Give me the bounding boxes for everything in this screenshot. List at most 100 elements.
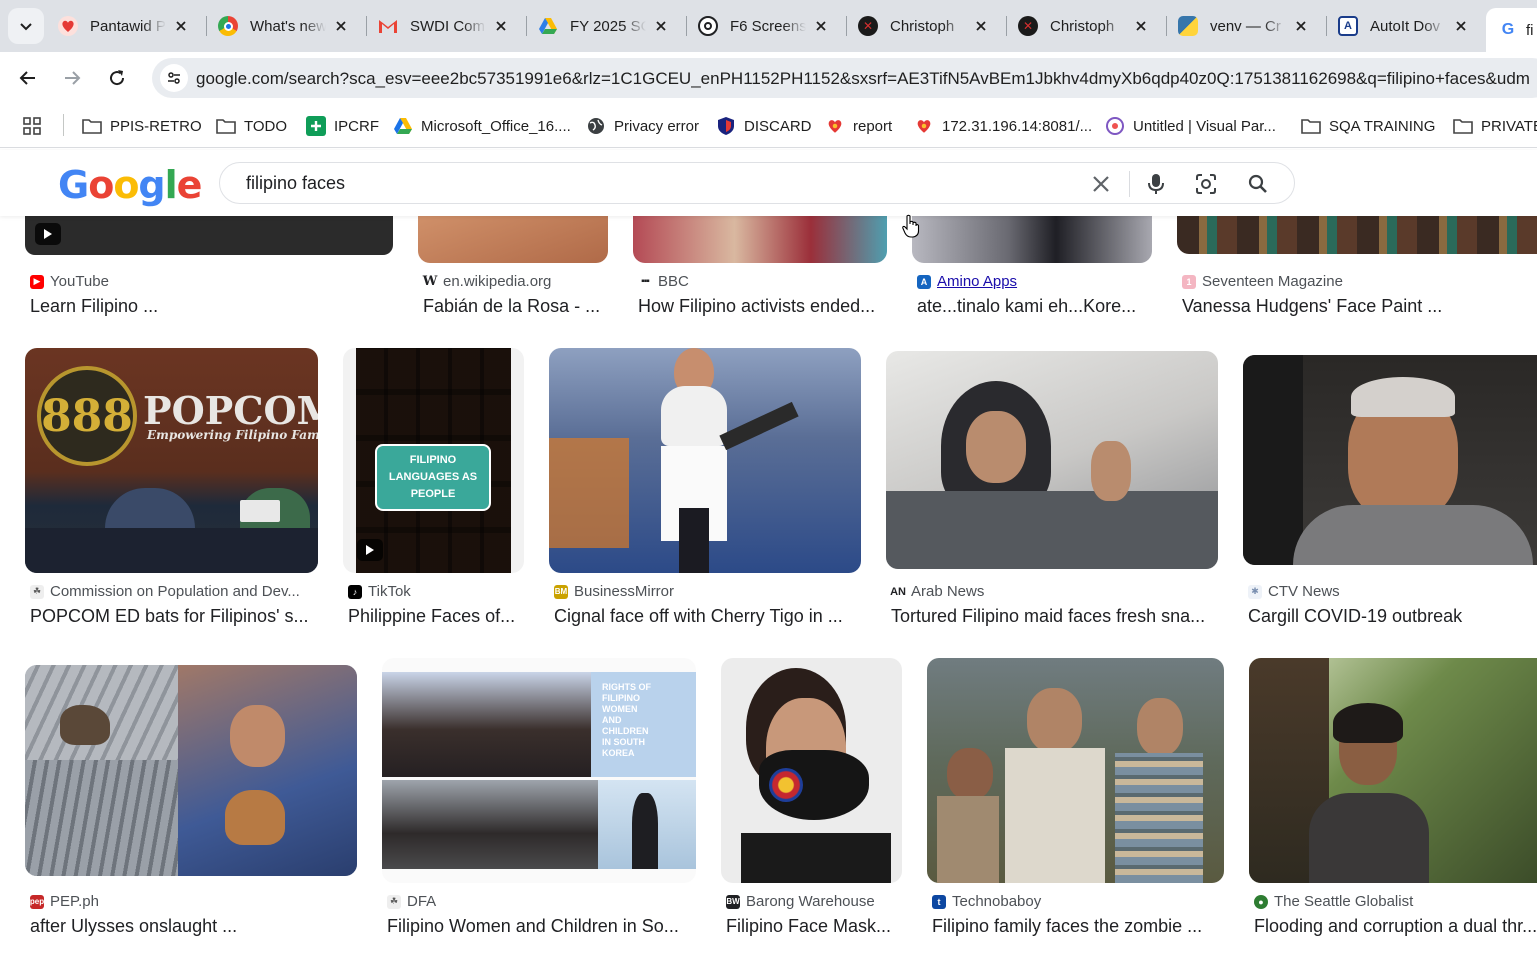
result-title[interactable]: POPCOM ED bats for Filipinos' s... [30, 606, 318, 627]
result-thumbnail[interactable] [549, 348, 861, 573]
result-thumbnail[interactable]: FILIPINO LANGUAGES AS PEOPLE [343, 348, 524, 573]
result-source[interactable]: W en.wikipedia.org [423, 273, 552, 290]
result-thumbnail[interactable] [1177, 216, 1537, 254]
search-input[interactable]: filipino faces [246, 173, 345, 194]
bookmark-visual-paradigm[interactable]: Untitled | Visual Par... [1105, 112, 1276, 140]
result-source[interactable]: 1 Seventeen Magazine [1182, 273, 1343, 290]
close-icon[interactable] [332, 17, 350, 35]
result-title[interactable]: How Filipino activists ended... [638, 296, 888, 317]
arrow-right-icon [65, 71, 81, 85]
close-icon[interactable] [1132, 17, 1150, 35]
hand-cursor-icon [902, 214, 920, 243]
apps-button[interactable] [22, 112, 42, 140]
result-thumbnail[interactable]: 888 POPCOM Empowering Filipino Famili [25, 348, 318, 573]
bookmark-todo[interactable]: TODO [216, 112, 287, 140]
bbc-icon: ▪▪▪ [641, 276, 650, 287]
search-box[interactable]: filipino faces [219, 162, 1295, 204]
bookmark-report[interactable]: report [825, 112, 892, 140]
result-title[interactable]: Filipino family faces the zombie ... [932, 916, 1222, 937]
result-thumbnail[interactable] [912, 216, 1152, 263]
tab-4[interactable]: F6 Screens [686, 8, 840, 44]
google-logo[interactable]: Google [58, 163, 202, 207]
pep-icon: pep [30, 894, 44, 909]
result-thumbnail[interactable] [721, 658, 902, 883]
tab-active[interactable]: G fi [1486, 8, 1537, 52]
result-title[interactable]: Philippine Faces of... [348, 606, 526, 627]
result-source[interactable]: ▶ YouTube [30, 273, 109, 290]
result-title[interactable]: Vanessa Hudgens' Face Paint ... [1182, 296, 1537, 317]
tab-0[interactable]: Pantawid P [46, 8, 200, 44]
tab-search-button[interactable] [8, 8, 44, 44]
tab-7[interactable]: venv — Cr [1166, 8, 1320, 44]
bookmark-privacy-error[interactable]: Privacy error [586, 112, 699, 140]
result-title[interactable]: Filipino Face Mask... [726, 916, 901, 937]
result-source[interactable]: pep PEP.ph [30, 893, 99, 910]
result-thumbnail[interactable] [1249, 658, 1537, 883]
result-thumbnail[interactable] [1243, 355, 1537, 565]
bookmark-microsoft-office[interactable]: Microsoft_Office_16.... [393, 112, 571, 140]
site-info-icon[interactable] [160, 64, 188, 92]
result-source[interactable]: ✱ CTV News [1248, 583, 1340, 600]
result-title[interactable]: Tortured Filipino maid faces fresh sna..… [891, 606, 1216, 627]
tab-title: Christoph [890, 17, 955, 35]
tab-2[interactable]: SWDI Com [366, 8, 520, 44]
result-source[interactable]: ● The Seattle Globalist [1254, 893, 1413, 910]
result-title[interactable]: after Ulysses onslaught ... [30, 916, 355, 937]
result-title[interactable]: Cargill COVID-19 outbreak [1248, 606, 1533, 627]
result-thumbnail[interactable] [927, 658, 1224, 883]
bookmark-discard[interactable]: DISCARD [716, 112, 812, 140]
gmail-icon [378, 16, 398, 36]
tab-6[interactable]: ✕ Christoph [1006, 8, 1160, 44]
bookmark-ipcrf[interactable]: IPCRF [306, 112, 379, 140]
close-icon[interactable] [972, 17, 990, 35]
result-title[interactable]: Cignal face off with Cherry Tigo in ... [554, 606, 859, 627]
result-title[interactable]: Flooding and corruption a dual thr... [1254, 916, 1537, 937]
bookmark-ppis-retro[interactable]: PPIS-RETRO [82, 112, 202, 140]
forward-button[interactable] [54, 60, 90, 96]
result-title[interactable]: Filipino Women and Children in So... [387, 916, 692, 937]
url-text: google.com/search?sca_esv=eee2bc57351991… [196, 69, 1530, 88]
lens-search-button[interactable] [1193, 171, 1219, 197]
result-source[interactable]: BW Barong Warehouse [726, 893, 875, 910]
result-source[interactable]: AN Arab News [890, 583, 984, 600]
result-thumbnail[interactable] [25, 216, 393, 255]
search-button[interactable] [1245, 171, 1271, 197]
result-source[interactable]: ▪▪▪ BBC [638, 273, 689, 290]
close-icon[interactable] [652, 17, 670, 35]
close-icon[interactable] [1292, 17, 1310, 35]
result-source[interactable]: ☘ DFA [387, 893, 436, 910]
close-icon [1093, 176, 1109, 192]
tab-3[interactable]: FY 2025 SC [526, 8, 680, 44]
address-bar[interactable]: google.com/search?sca_esv=eee2bc57351991… [152, 58, 1537, 98]
clear-search-button[interactable] [1088, 171, 1114, 197]
result-thumbnail[interactable]: RIGHTS OF FILIPINO WOMEN AND CHILDREN IN… [382, 658, 696, 883]
close-icon[interactable] [492, 17, 510, 35]
result-title[interactable]: Learn Filipino ... [30, 296, 395, 317]
result-source[interactable]: BM BusinessMirror [554, 583, 674, 600]
popcom-seal: 888 [37, 366, 137, 466]
tab-1[interactable]: What's new [206, 8, 360, 44]
close-icon[interactable] [812, 17, 830, 35]
voice-search-button[interactable] [1143, 171, 1169, 197]
back-button[interactable] [10, 60, 46, 96]
tiktok-icon: ♪ [348, 584, 362, 599]
reload-button[interactable] [99, 60, 135, 96]
tab-8[interactable]: A AutoIt Dov [1326, 8, 1480, 44]
result-source[interactable]: ☘ Commission on Population and Dev... [30, 583, 300, 600]
bookmark-ip-address[interactable]: 172.31.196.14:8081/... [914, 112, 1092, 140]
bookmark-sqa-training[interactable]: SQA TRAINING [1301, 112, 1435, 140]
result-thumbnail[interactable] [886, 351, 1218, 569]
close-icon[interactable] [172, 17, 190, 35]
result-source[interactable]: A Amino Apps [917, 273, 1017, 290]
tab-5[interactable]: ✕ Christoph [846, 8, 1000, 44]
close-icon[interactable] [1452, 17, 1470, 35]
result-thumbnail[interactable] [25, 665, 357, 876]
result-source[interactable]: t Technobaboy [932, 893, 1041, 910]
result-source[interactable]: ♪ TikTok [348, 583, 411, 600]
result-thumbnail[interactable] [633, 216, 887, 263]
bookmark-private[interactable]: PRIVATE [1453, 112, 1537, 140]
result-title[interactable]: Fabián de la Rosa - ... [423, 296, 613, 317]
result-title[interactable]: ate...tinalo kami eh...Kore... [917, 296, 1147, 317]
result-thumbnail[interactable] [418, 216, 608, 263]
tab-title: AutoIt Dov [1370, 17, 1441, 35]
